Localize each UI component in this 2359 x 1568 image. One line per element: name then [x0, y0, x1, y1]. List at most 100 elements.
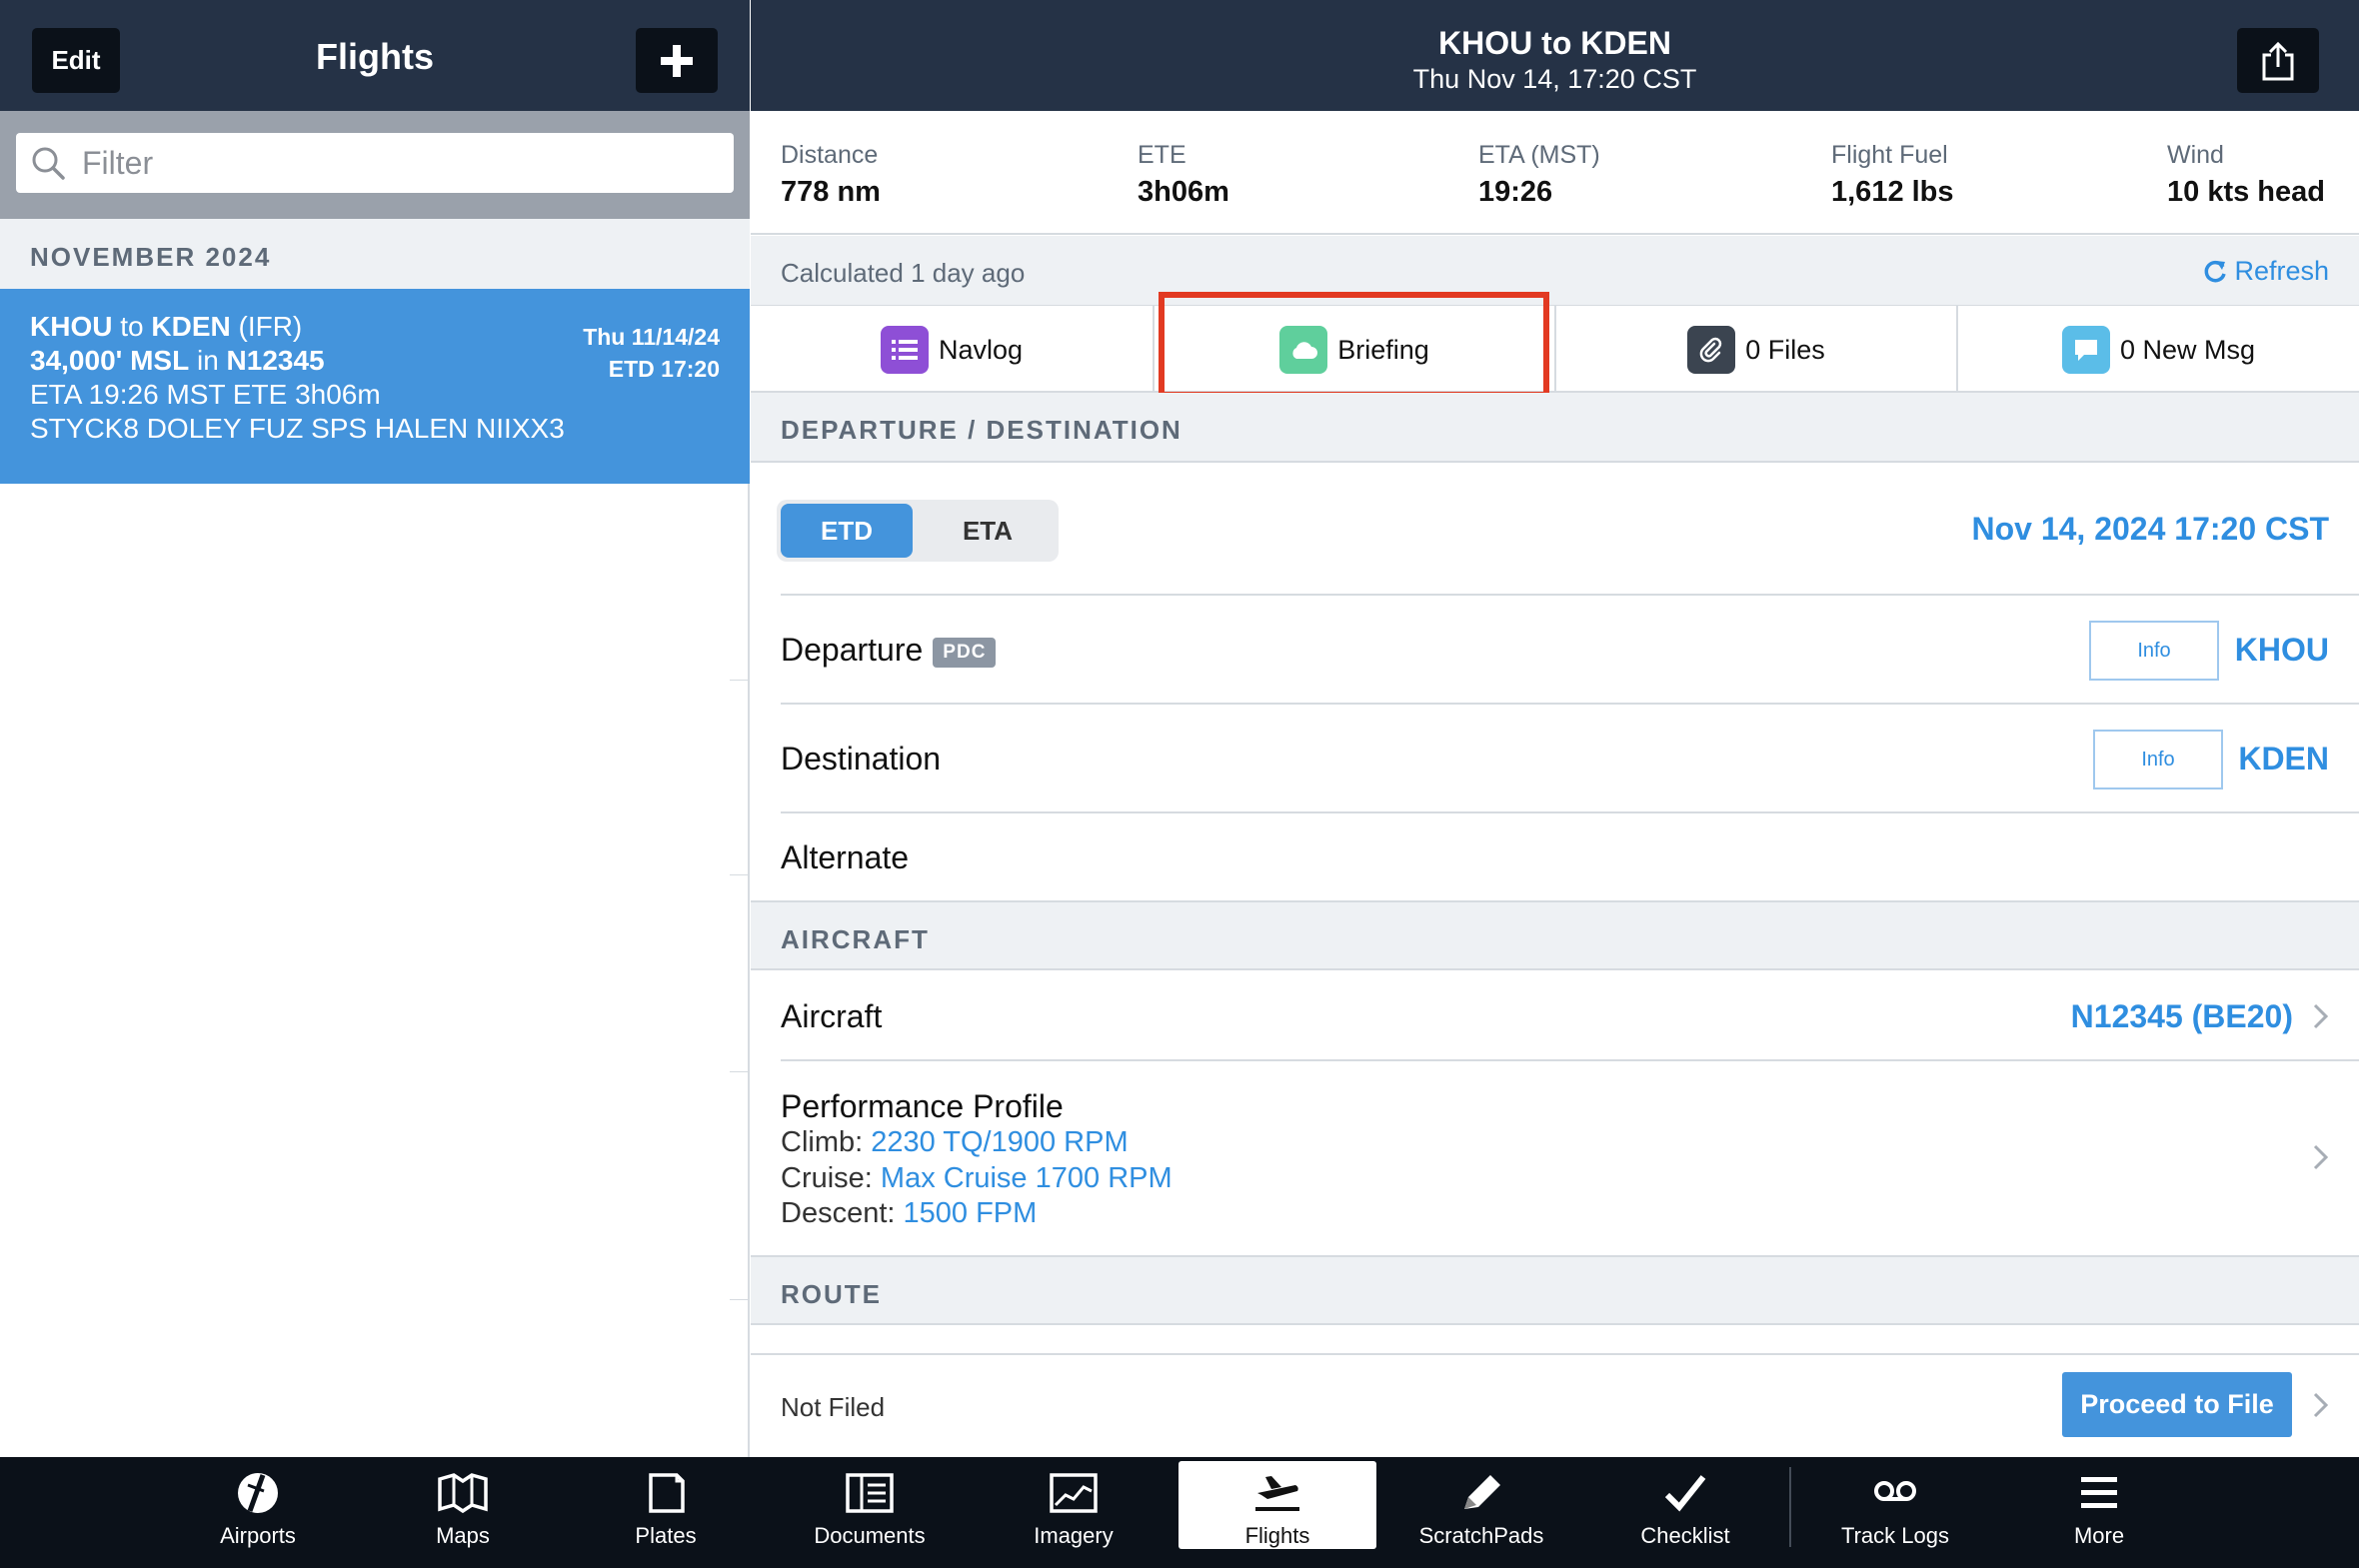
stat-flight-fuel: Flight Fuel 1,612 lbs — [1831, 141, 1954, 209]
flight-stats: Distance 778 nm ETE 3h06m ETA (MST) 19:2… — [751, 111, 2359, 235]
flight-item-waypoints: STYCK8 DOLEY FUZ SPS HALEN NIIXX3 — [30, 413, 565, 444]
departure-time-value[interactable]: Nov 14, 2024 17:20 CST — [1971, 511, 2329, 548]
pdc-badge[interactable]: PDC — [933, 637, 997, 668]
tab-label: Navlog — [938, 334, 1024, 365]
refresh-label: Refresh — [2234, 256, 2329, 286]
divider — [781, 1059, 2359, 1061]
divider — [781, 703, 2359, 705]
divider — [781, 811, 2359, 813]
tab-more[interactable]: More — [1999, 1457, 2199, 1568]
flight-item-eta-ete: ETA 19:26 MST ETE 3h06m — [30, 379, 381, 410]
tab-plates[interactable]: Plates — [566, 1457, 766, 1568]
tab-airports[interactable]: Airports — [158, 1457, 358, 1568]
refresh-button[interactable]: Refresh — [2202, 256, 2329, 287]
tab-messages[interactable]: 0 New Msg — [1958, 306, 2359, 394]
flight-item-rules: (IFR) — [238, 311, 303, 342]
climb-profile: Climb: 2230 TQ/1900 RPM — [781, 1126, 1129, 1159]
divider — [730, 1299, 750, 1300]
add-flight-button[interactable] — [636, 28, 718, 93]
flight-item-route: KHOU to KDEN (IFR) — [30, 311, 302, 343]
filter-input[interactable] — [82, 144, 682, 182]
tab-label: ScratchPads — [1418, 1523, 1544, 1548]
departure-airport[interactable]: KHOU — [2235, 632, 2329, 669]
tab-scratchpads[interactable]: ScratchPads — [1381, 1457, 1581, 1568]
stat-wind: Wind 10 kts head — [2167, 141, 2325, 209]
stat-value: 3h06m — [1138, 176, 1229, 208]
tab-label: Checklist — [1640, 1523, 1730, 1548]
filter-box[interactable] — [16, 133, 734, 193]
alternate-label[interactable]: Alternate — [781, 839, 909, 876]
descent-label: Descent: — [781, 1197, 896, 1229]
stat-eta: ETA (MST) 19:26 — [1478, 141, 1600, 209]
flight-item-date: Thu 11/14/24 — [583, 324, 720, 350]
filing-status: Not Filed — [781, 1392, 886, 1422]
tab-bar-divider — [1789, 1467, 1791, 1547]
stat-label: Wind — [2167, 141, 2224, 169]
share-icon — [2262, 41, 2294, 80]
eta-segment[interactable]: ETA — [922, 504, 1054, 558]
airports-icon — [238, 1473, 278, 1513]
tab-imagery[interactable]: Imagery — [974, 1457, 1174, 1568]
flight-detail-subtitle: Thu Nov 14, 17:20 CST — [1412, 64, 1697, 94]
flight-item-destination: KDEN — [151, 311, 231, 342]
aircraft-label: Aircraft — [781, 998, 883, 1034]
chevron-right-icon[interactable] — [2311, 1390, 2331, 1420]
calculated-time: Calculated 1 day ago — [781, 258, 1026, 288]
stat-value: 1,612 lbs — [1831, 176, 1954, 208]
flight-item-tail: N12345 — [226, 345, 325, 376]
departure-label-text: Departure — [781, 632, 924, 668]
plus-icon — [661, 44, 693, 77]
tab-navlog[interactable]: Navlog — [751, 306, 1153, 394]
stat-value: 19:26 — [1478, 176, 1553, 208]
flight-list-item[interactable]: KHOU to KDEN (IFR) 34,000' MSL in N12345… — [0, 289, 750, 484]
tab-documents[interactable]: Documents — [770, 1457, 970, 1568]
flight-item-origin: KHOU — [30, 311, 113, 342]
calculation-status-bar: Calculated 1 day ago Refresh — [751, 236, 2359, 306]
tab-checklist[interactable]: Checklist — [1585, 1457, 1785, 1568]
track-logs-icon — [1874, 1481, 1916, 1501]
checklist-icon — [1664, 1475, 1706, 1512]
stat-distance: Distance 778 nm — [781, 141, 881, 209]
refresh-icon — [2205, 260, 2227, 282]
stat-label: ETE — [1138, 141, 1186, 169]
stat-label: Flight Fuel — [1831, 141, 1948, 169]
section-header-route: ROUTE — [751, 1255, 2359, 1325]
flight-item-altitude-value: 34,000' MSL — [30, 345, 190, 376]
tab-label: 0 New Msg — [2119, 334, 2256, 365]
chevron-right-icon[interactable] — [2311, 1001, 2331, 1031]
highlight-annotation — [1159, 292, 1549, 398]
destination-info-button[interactable]: Info — [2093, 730, 2223, 789]
tab-track-logs[interactable]: Track Logs — [1795, 1457, 1995, 1568]
climb-value[interactable]: 2230 TQ/1900 RPM — [871, 1126, 1128, 1158]
divider — [730, 874, 750, 875]
tab-maps[interactable]: Maps — [363, 1457, 563, 1568]
imagery-icon — [1050, 1473, 1098, 1513]
etd-segment[interactable]: ETD — [781, 504, 913, 558]
list-icon — [880, 326, 929, 374]
paperclip-icon — [1687, 326, 1736, 374]
performance-profile-title: Performance Profile — [781, 1088, 1064, 1124]
aircraft-value[interactable]: N12345 (BE20) — [2071, 998, 2293, 1035]
tab-label: Documents — [814, 1523, 926, 1548]
departure-info-button[interactable]: Info — [2089, 621, 2219, 681]
chevron-right-icon[interactable] — [2311, 1142, 2331, 1172]
destination-airport[interactable]: KDEN — [2238, 741, 2329, 778]
documents-icon — [846, 1473, 894, 1513]
stat-label: Distance — [781, 141, 879, 169]
section-header-aircraft: AIRCRAFT — [751, 900, 2359, 970]
proceed-to-file-button[interactable]: Proceed to File — [2062, 1372, 2292, 1437]
flights-list-pane: Edit Flights NOVEMBER 2024 KHOU to KDEN … — [0, 0, 750, 1457]
flight-item-in-word: in — [196, 345, 219, 376]
tab-label: Maps — [436, 1523, 490, 1548]
cruise-value[interactable]: Max Cruise 1700 RPM — [881, 1162, 1173, 1194]
scratchpads-icon — [1464, 1475, 1500, 1509]
descent-value[interactable]: 1500 FPM — [904, 1197, 1038, 1229]
tab-label: Plates — [635, 1523, 697, 1548]
divider — [751, 1353, 2359, 1355]
share-button[interactable] — [2237, 28, 2319, 93]
tab-flights[interactable]: Flights — [1179, 1461, 1376, 1549]
tab-label: Flights — [1244, 1523, 1310, 1548]
flight-item-etd: ETD 17:20 — [608, 356, 720, 382]
flight-item-altitude: 34,000' MSL in N12345 — [30, 345, 325, 377]
tab-files[interactable]: 0 Files — [1556, 306, 1956, 394]
